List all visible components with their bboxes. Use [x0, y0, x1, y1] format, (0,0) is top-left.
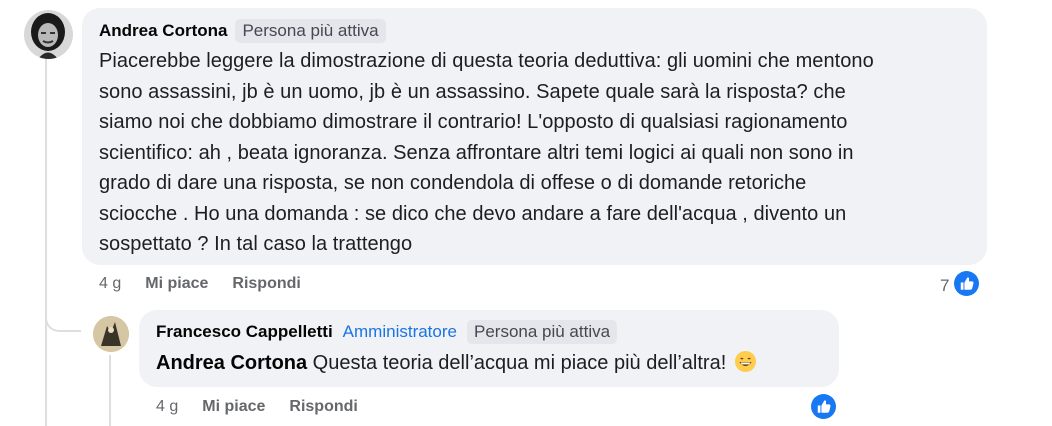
comment-text: Piacerebbe leggere la dimostrazione di q… [99, 50, 874, 255]
reply-timestamp[interactable]: 4 g [156, 398, 178, 416]
avatar[interactable] [93, 316, 129, 352]
comment-timestamp[interactable]: 4 g [99, 275, 121, 293]
reply-text: Andrea Cortona Questa teoria dell’acqua … [156, 348, 823, 378]
reply-actions: 4 g Mi piace Rispondi [156, 398, 382, 416]
comment-actions: 4 g Mi piace Rispondi [99, 275, 325, 293]
like-thumb-icon[interactable] [953, 270, 980, 297]
like-button[interactable]: Mi piace [202, 398, 265, 416]
reply-button[interactable]: Rispondi [289, 398, 357, 416]
reaction-count[interactable]: 7 [940, 276, 949, 296]
comment-bubble: Andrea Cortona Persona più attiva Piacer… [82, 8, 987, 265]
grinning-face-emoji [734, 350, 756, 373]
thread-connector-reply [109, 355, 111, 426]
thread-connector [45, 58, 47, 426]
avatar[interactable] [24, 10, 73, 59]
reply-button[interactable]: Rispondi [232, 275, 300, 293]
like-button[interactable]: Mi piace [145, 275, 208, 293]
reply-author-name[interactable]: Francesco Cappelletti [156, 322, 333, 342]
top-fan-badge[interactable]: Persona più attiva [466, 320, 618, 344]
admin-badge[interactable]: Amministratore [341, 320, 459, 344]
comment-author-name[interactable]: Andrea Cortona [99, 21, 227, 41]
reply-bubble: Francesco Cappelletti Amministratore Per… [139, 310, 839, 387]
reply-text-body: Questa teoria dell’acqua mi piace più de… [307, 352, 732, 374]
top-fan-badge[interactable]: Persona più attiva [235, 19, 386, 43]
mention-link[interactable]: Andrea Cortona [156, 352, 307, 374]
like-thumb-icon[interactable] [810, 393, 837, 420]
thread-connector-curve [45, 292, 81, 332]
